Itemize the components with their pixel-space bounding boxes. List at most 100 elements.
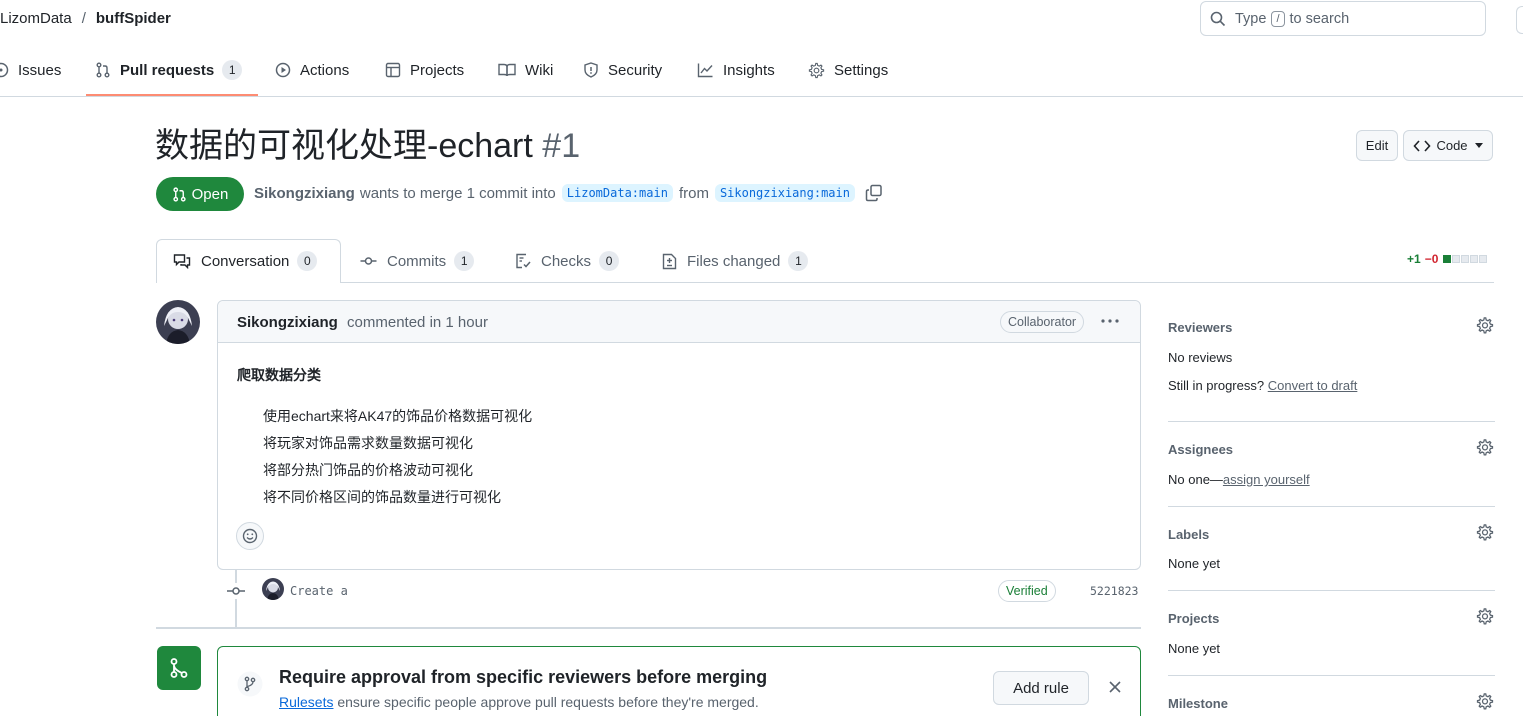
checks-count: 0	[599, 251, 620, 271]
caret-down-icon	[1474, 143, 1483, 148]
breadcrumb: LizomData / buffSpider	[0, 8, 171, 28]
ruleset-subtitle-text: ensure specific people approve pull requ…	[337, 694, 759, 710]
diffstat-additions: +1	[1407, 252, 1421, 266]
issue-icon	[0, 62, 9, 78]
commit-icon	[360, 257, 377, 265]
graph-icon	[697, 63, 713, 78]
header-menu-button[interactable]	[1516, 6, 1523, 34]
checklist-icon	[516, 253, 531, 269]
tab-conversation[interactable]: Conversation 0	[173, 249, 318, 273]
sidebar-assignees-title[interactable]: Assignees	[1168, 442, 1494, 457]
sidebar-projects-title[interactable]: Projects	[1168, 611, 1494, 626]
assign-yourself-link[interactable]: assign yourself	[1223, 472, 1310, 487]
diffstat-block	[1461, 255, 1470, 263]
diffstat-block	[1452, 255, 1461, 263]
git-branch-icon	[237, 671, 263, 697]
comment-action[interactable]: commented in 1 hour	[347, 314, 488, 331]
table-icon	[385, 62, 401, 78]
tab-actions[interactable]: Actions	[275, 50, 349, 90]
sidebar-projects: Projects None yet	[1168, 608, 1494, 656]
close-icon[interactable]	[1109, 681, 1121, 693]
tab-pull-requests[interactable]: Pull requests 1	[95, 50, 243, 90]
add-reaction-button[interactable]	[236, 522, 264, 550]
commit-sha-link[interactable]: 5221823	[1090, 584, 1138, 598]
sidebar-labels: Labels None yet	[1168, 524, 1494, 571]
tab-projects[interactable]: Projects	[385, 50, 464, 90]
tab-commits-label: Commits	[387, 252, 447, 270]
shield-icon	[584, 62, 598, 78]
comment-heading: 爬取数据分类	[237, 367, 321, 383]
sidebar-projects-value: None yet	[1168, 641, 1221, 656]
sidebar-reviewers-title[interactable]: Reviewers	[1168, 320, 1494, 335]
ruleset-title: Require approval from specific reviewers…	[279, 667, 768, 687]
edit-button[interactable]: Edit	[1356, 130, 1398, 161]
avatar[interactable]	[156, 300, 200, 344]
gear-icon[interactable]	[1476, 692, 1494, 710]
rulesets-link[interactable]: Rulesets	[279, 694, 333, 710]
search-prefix: Type	[1235, 10, 1267, 27]
tab-commits[interactable]: Commits 1	[360, 249, 475, 273]
sidebar-reviewers-value: No reviews	[1168, 350, 1233, 365]
base-branch[interactable]: LizomData:main	[561, 184, 673, 202]
gear-icon[interactable]	[1476, 523, 1494, 541]
pull-requests-count: 1	[222, 60, 243, 80]
add-rule-label: Add rule	[1013, 679, 1069, 697]
tab-checks-label: Checks	[541, 252, 592, 270]
sidebar-reviewers: Reviewers No reviews Still in progress? …	[1168, 317, 1494, 393]
conversation-count: 0	[297, 251, 318, 271]
commit-message-link[interactable]: Create a	[290, 584, 348, 598]
repo-link[interactable]: buffSpider	[96, 10, 171, 27]
sidebar-milestone-title[interactable]: Milestone	[1168, 696, 1494, 711]
diffstat-block	[1479, 255, 1488, 263]
tabs-divider	[156, 282, 1494, 283]
tab-issues-label: Issues	[18, 61, 62, 79]
commits-count: 1	[454, 251, 475, 271]
sidebar-divider	[1168, 675, 1495, 676]
search-input[interactable]: Type / to search	[1200, 1, 1486, 36]
merge-status-icon	[157, 646, 201, 690]
pull-request-icon	[173, 186, 186, 202]
tab-wiki[interactable]: Wiki	[498, 50, 553, 90]
add-rule-button[interactable]: Add rule	[993, 671, 1089, 705]
kebab-horizontal-icon[interactable]	[1100, 313, 1120, 329]
tab-settings[interactable]: Settings	[808, 50, 888, 90]
sidebar-labels-title[interactable]: Labels	[1168, 527, 1494, 542]
diffstat-block-added	[1443, 255, 1452, 263]
gear-icon[interactable]	[1476, 607, 1494, 625]
book-icon	[498, 63, 516, 77]
gear-icon	[808, 62, 825, 78]
sidebar-reviewers-progress: Still in progress? Convert to draft	[1168, 378, 1494, 393]
copy-icon[interactable]	[865, 184, 883, 202]
diffstat-block	[1470, 255, 1479, 263]
gear-icon[interactable]	[1476, 438, 1494, 456]
repo-nav: Issues Pull requests 1 Actions Projects …	[0, 50, 1523, 97]
gear-icon[interactable]	[1476, 316, 1494, 334]
sidebar-divider	[1168, 421, 1495, 422]
diffstat-deletions: −0	[1424, 252, 1439, 266]
ruleset-subtitle: Rulesets ensure specific people approve …	[279, 694, 759, 710]
sidebar-assignees-value: No one—assign yourself	[1168, 472, 1494, 487]
verified-badge[interactable]: Verified	[998, 580, 1056, 602]
tab-security[interactable]: Security	[583, 50, 662, 90]
diffstat: +1 −0	[1407, 252, 1488, 266]
tab-actions-label: Actions	[300, 61, 350, 79]
code-button[interactable]: Code	[1403, 130, 1493, 161]
convert-to-draft-link[interactable]: Convert to draft	[1268, 378, 1358, 393]
owner-link[interactable]: LizomData	[0, 10, 72, 27]
tab-files-changed[interactable]: Files changed 1	[662, 249, 809, 273]
list-item: 将部分热门饰品的价格波动可视化	[263, 462, 473, 478]
tab-issues[interactable]: Issues	[0, 50, 61, 90]
tab-insights[interactable]: Insights	[697, 50, 775, 90]
comment-list: 使用echart来将AK47的饰品价格数据可视化 将玩家对饰品需求数量数据可视化…	[263, 403, 532, 511]
breadcrumb-separator: /	[81, 9, 86, 27]
ruleset-suggestion: Require approval from specific reviewers…	[217, 646, 1141, 716]
page-title: 数据的可视化处理-echart #1	[155, 124, 580, 168]
tab-checks[interactable]: Checks 0	[515, 249, 620, 273]
comment-author-link[interactable]: Sikongzixiang	[237, 314, 338, 331]
comment-card: Sikongzixiang commented in 1 hour Collab…	[217, 300, 1141, 570]
tab-settings-label: Settings	[834, 61, 889, 79]
pr-title-text: 数据的可视化处理-echart	[155, 127, 533, 165]
pr-author-link[interactable]: Sikongzixiang	[254, 185, 355, 202]
head-branch[interactable]: Sikongzixiang:main	[714, 184, 855, 202]
commit-author-avatar[interactable]	[262, 578, 284, 600]
